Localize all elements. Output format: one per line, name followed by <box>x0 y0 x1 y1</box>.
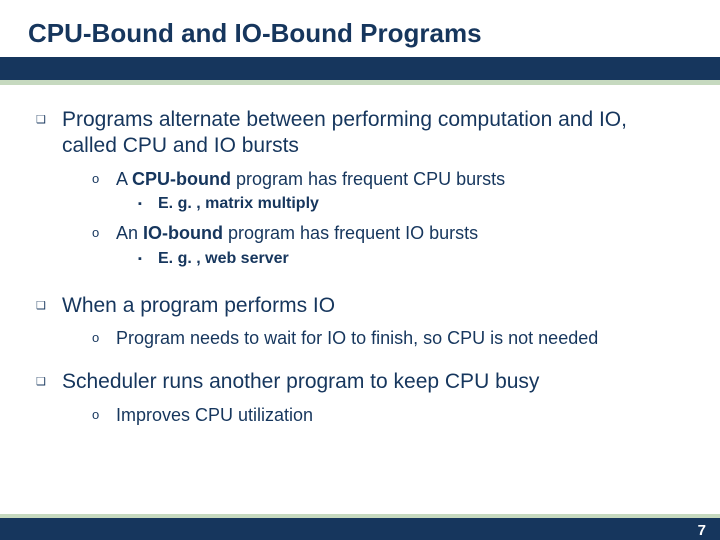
point-text: Improves CPU utilization <box>116 404 313 427</box>
spacer <box>36 277 684 293</box>
point-text: Scheduler runs another program to keep C… <box>62 369 539 395</box>
black-square-bullet-icon: ▪ <box>138 249 158 269</box>
circle-bullet-icon: o <box>92 168 116 191</box>
slide-title: CPU-Bound and IO-Bound Programs <box>0 0 720 57</box>
title-band <box>0 57 720 85</box>
square-bullet-icon: ❑ <box>36 293 62 319</box>
point-text: Programs alternate between performing co… <box>62 107 684 160</box>
bullet-level3: ▪ E. g. , matrix multiply <box>138 194 684 214</box>
spacer <box>36 353 684 369</box>
bullet-level1: ❑ Scheduler runs another program to keep… <box>36 369 684 395</box>
point-text: When a program performs IO <box>62 293 335 319</box>
bullet-level2: o An IO-bound program has frequent IO bu… <box>92 222 684 245</box>
bullet-level3: ▪ E. g. , web server <box>138 249 684 269</box>
text-run: A <box>116 169 132 189</box>
text-run: program has frequent IO bursts <box>223 223 478 243</box>
point-text: An IO-bound program has frequent IO burs… <box>116 222 478 245</box>
bullet-level2: o Improves CPU utilization <box>92 404 684 427</box>
point-text: Program needs to wait for IO to finish, … <box>116 327 598 350</box>
bullet-level2: o A CPU-bound program has frequent CPU b… <box>92 168 684 191</box>
page-number: 7 <box>698 522 706 539</box>
slide-content: ❑ Programs alternate between performing … <box>0 85 720 426</box>
black-square-bullet-icon: ▪ <box>138 194 158 214</box>
square-bullet-icon: ❑ <box>36 369 62 395</box>
circle-bullet-icon: o <box>92 404 116 427</box>
text-bold: CPU-bound <box>132 169 231 189</box>
bullet-level1: ❑ Programs alternate between performing … <box>36 107 684 160</box>
bullet-level2: o Program needs to wait for IO to finish… <box>92 327 684 350</box>
text-run: An <box>116 223 143 243</box>
point-text: A CPU-bound program has frequent CPU bur… <box>116 168 505 191</box>
text-run: program has frequent CPU bursts <box>231 169 505 189</box>
square-bullet-icon: ❑ <box>36 107 62 160</box>
point-text: E. g. , matrix multiply <box>158 194 319 214</box>
circle-bullet-icon: o <box>92 327 116 350</box>
footer-band: 7 <box>0 514 720 540</box>
point-text: E. g. , web server <box>158 249 289 269</box>
text-bold: IO-bound <box>143 223 223 243</box>
circle-bullet-icon: o <box>92 222 116 245</box>
bullet-level1: ❑ When a program performs IO <box>36 293 684 319</box>
slide: CPU-Bound and IO-Bound Programs ❑ Progra… <box>0 0 720 540</box>
